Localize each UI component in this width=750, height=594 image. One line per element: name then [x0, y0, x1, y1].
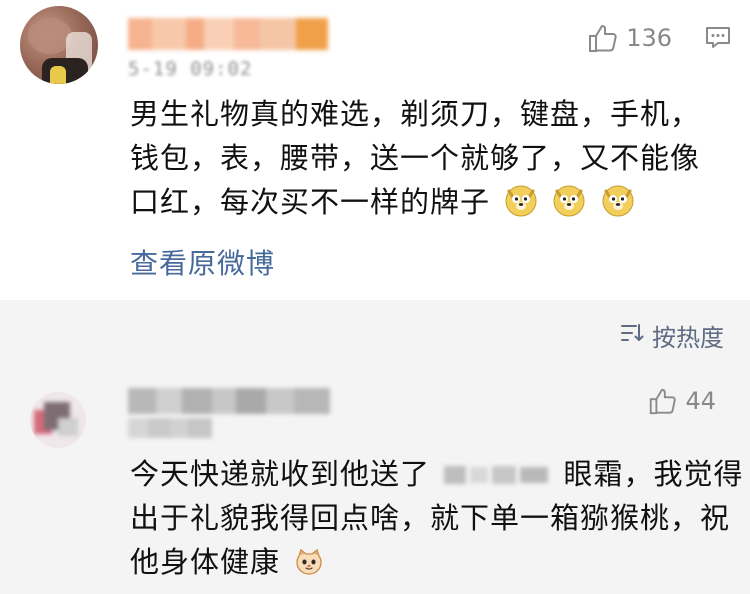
comment-line: 钱包，表，腰带，送一个就够了，又不能像: [130, 141, 701, 175]
reply-comment: 44 今天快递就收到他送了 眼霜，我觉得 出于礼貌我得回点啥，就下单一箱猕猴桃，…: [0, 362, 750, 594]
comment-line-text: 口红，每次买不一样的牌子: [130, 185, 491, 219]
reply-line-text: 今天快递就收到他送了: [130, 457, 431, 491]
reply-like-count: 44: [685, 387, 716, 415]
reply-line-with-redaction: 今天快递就收到他送了 眼霜，我觉得: [130, 452, 742, 496]
doge-emoji-icon: [601, 184, 635, 218]
like-button[interactable]: 136: [586, 22, 672, 54]
author-avatar[interactable]: [20, 6, 98, 84]
reply-meta-blurred: [128, 418, 218, 438]
main-comment-card: 5-19 09:02 136 男生礼物真的难选，剃须刀，键盘，手机， 钱包，表，…: [0, 0, 750, 300]
sort-label: 按热度: [652, 324, 724, 352]
reply-line-text: 他身体健康: [130, 545, 281, 579]
view-original-link[interactable]: 查看原微博: [130, 242, 275, 282]
like-count: 136: [626, 24, 672, 52]
reply-line: 出于礼貌我得回点啥，就下单一箱猕猴桃，祝: [130, 501, 731, 535]
thumbs-up-icon: [586, 22, 618, 54]
weibo-comments-screen: 5-19 09:02 136 男生礼物真的难选，剃须刀，键盘，手机， 钱包，表，…: [0, 0, 750, 594]
reply-line-text: 眼霜，我觉得: [563, 457, 744, 491]
comment-line-with-emoji: 口红，每次买不一样的牌子: [130, 180, 720, 224]
sort-by-hot-button[interactable]: 按热度: [620, 318, 724, 353]
reply-avatar[interactable]: [30, 392, 86, 448]
reply-like-button[interactable]: 44: [647, 386, 716, 416]
comment-body: 男生礼物真的难选，剃须刀，键盘，手机， 钱包，表，腰带，送一个就够了，又不能像 …: [130, 92, 720, 224]
reply-body: 今天快递就收到他送了 眼霜，我觉得 出于礼貌我得回点啥，就下单一箱猕猴桃，祝 他…: [130, 452, 742, 584]
doge-emoji-icon: [504, 184, 538, 218]
sort-bar: 按热度: [0, 300, 750, 362]
cat-emoji-icon: [294, 545, 324, 575]
reply-username-blurred[interactable]: [128, 388, 330, 414]
thumbs-up-icon: [647, 386, 677, 416]
author-username-blurred[interactable]: [128, 18, 328, 50]
comment-icon[interactable]: [704, 25, 732, 51]
comment-line: 男生礼物真的难选，剃须刀，键盘，手机，: [130, 97, 701, 131]
sort-icon: [620, 322, 644, 350]
reply-line-with-emoji: 他身体健康: [130, 540, 720, 584]
doge-emoji-icon: [552, 184, 586, 218]
redacted-brand: [440, 462, 553, 488]
comment-time-blurred: 5-19 09:02: [128, 58, 253, 80]
